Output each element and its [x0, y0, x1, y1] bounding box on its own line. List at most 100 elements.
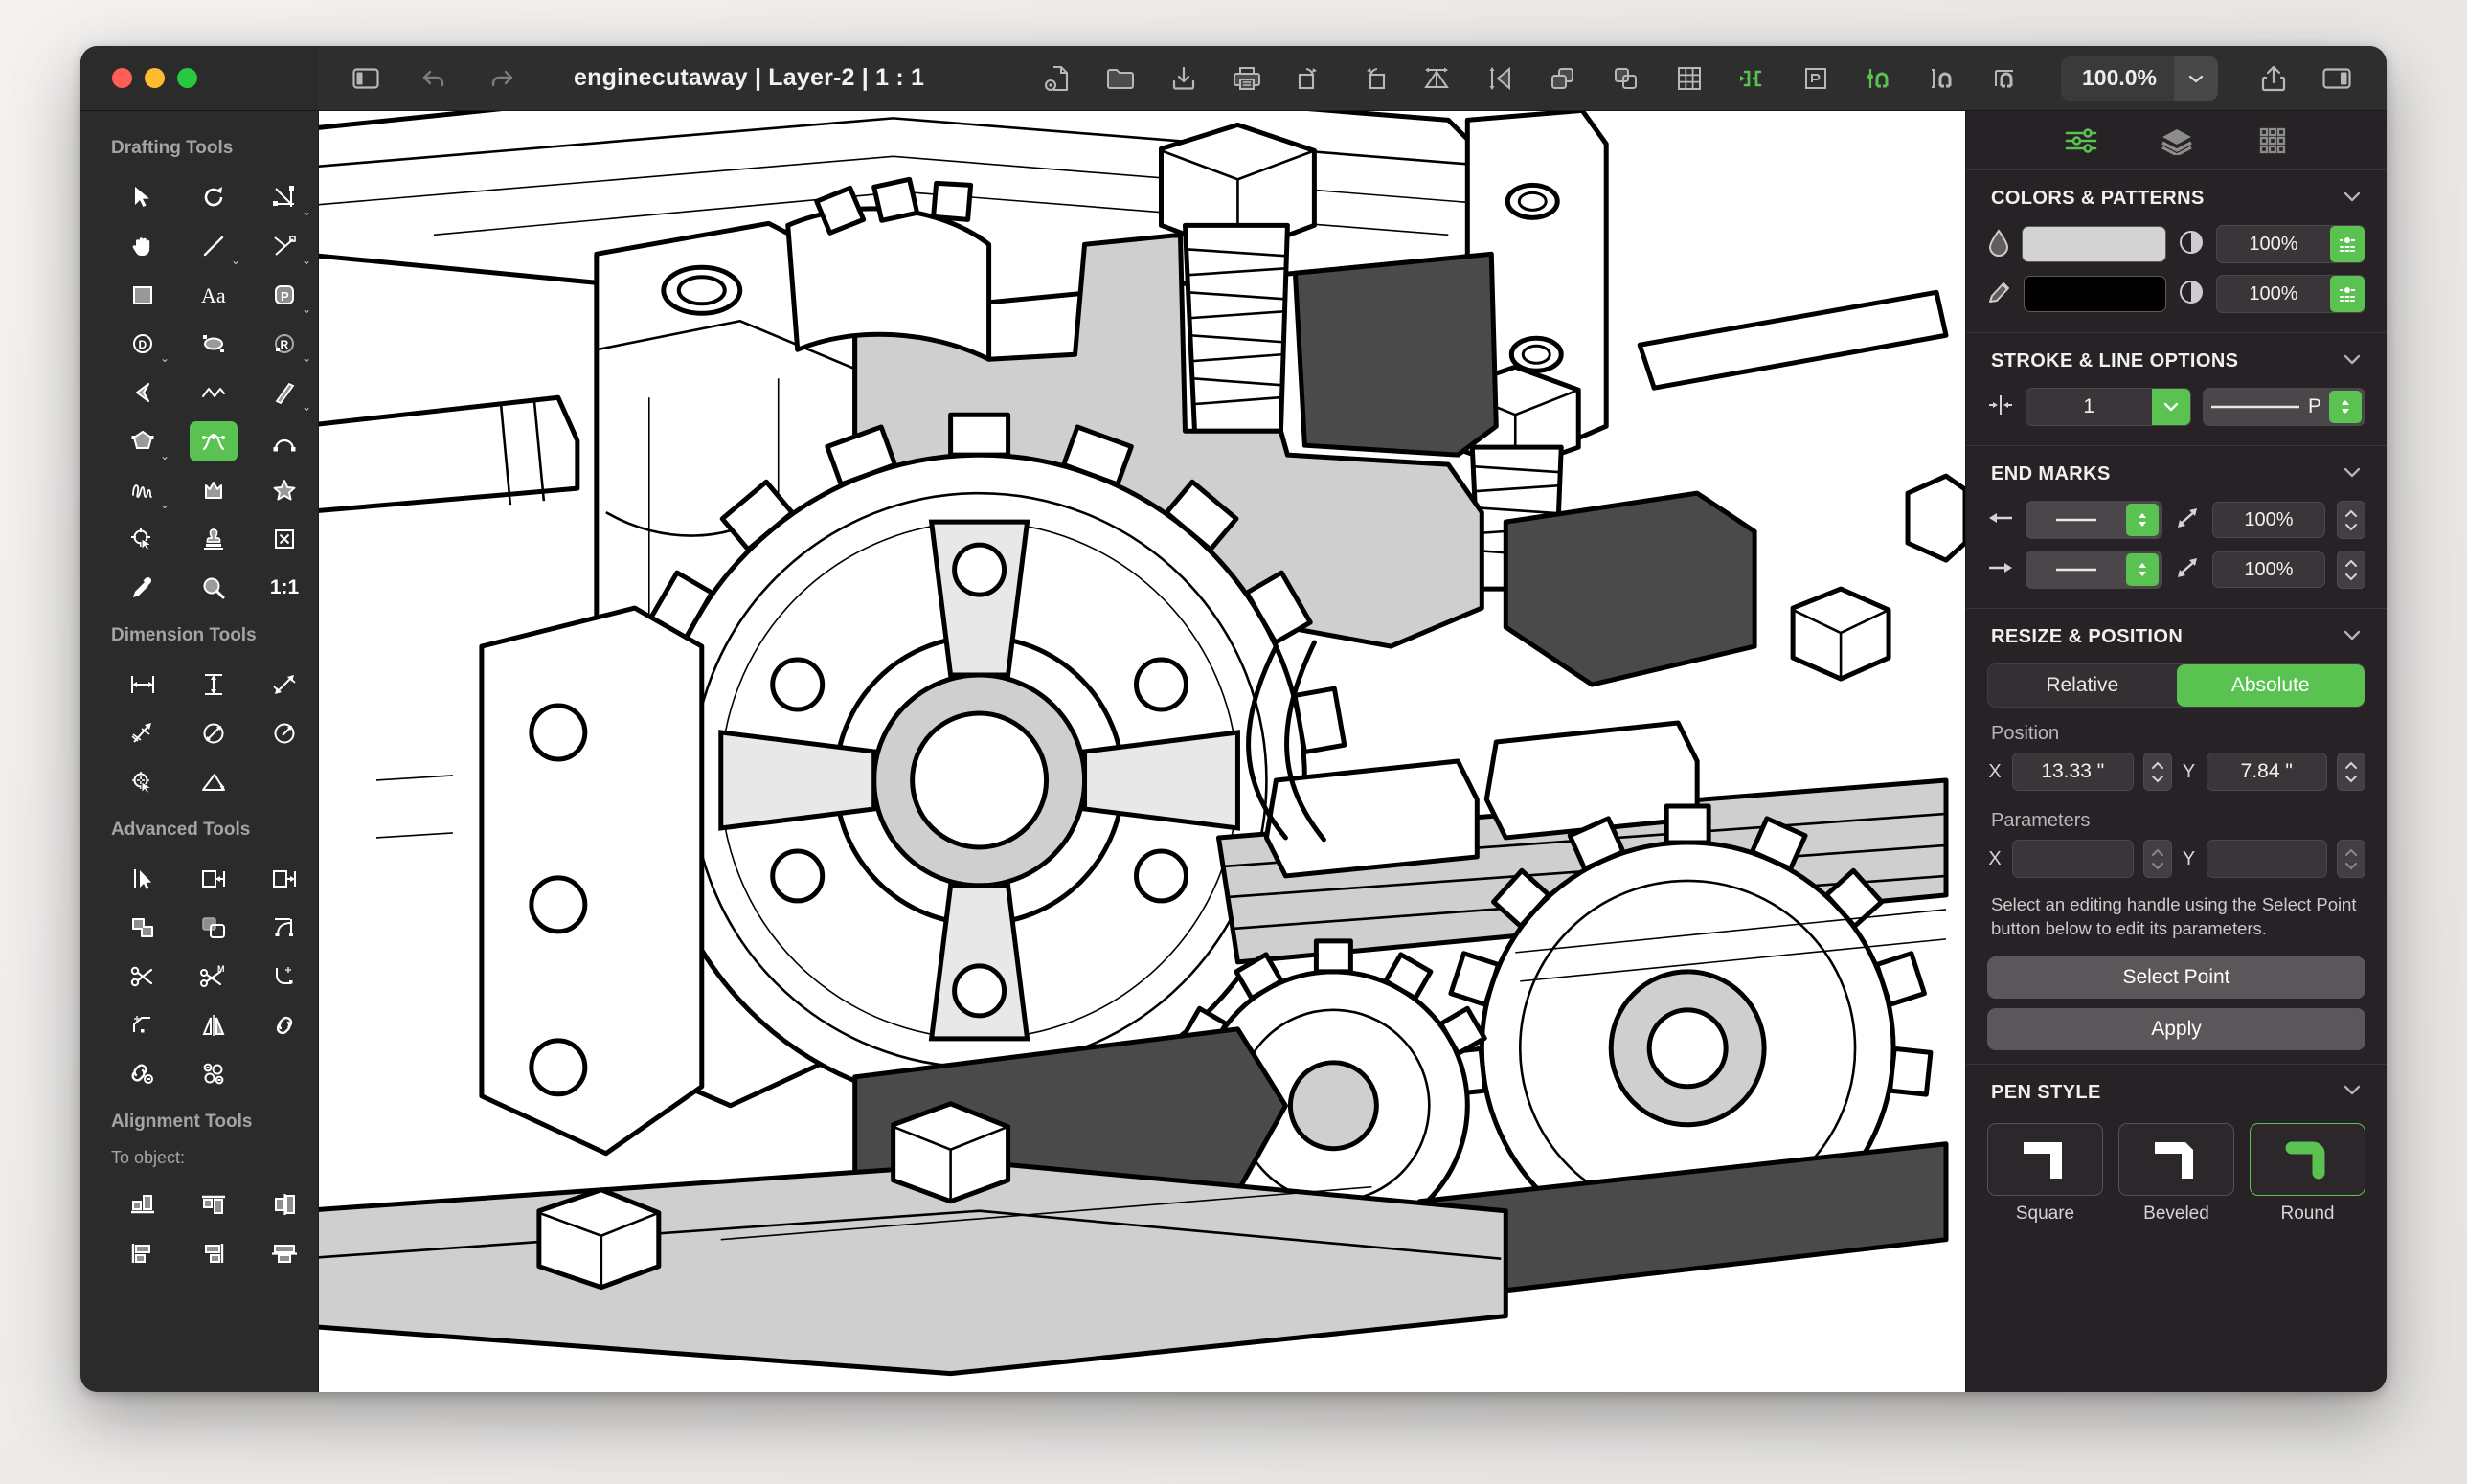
stroke-width-value[interactable]: 1: [2026, 395, 2152, 418]
align-center-vertical-tool[interactable]: [249, 1180, 318, 1228]
freehand-tool[interactable]: ⌄: [107, 465, 178, 514]
snap-point-icon[interactable]: [1921, 57, 1963, 100]
align-bottom-tool[interactable]: [107, 1180, 178, 1228]
fill-color-swatch[interactable]: [2022, 226, 2166, 262]
param-y-stepper[interactable]: [2337, 840, 2365, 878]
polygon-tool[interactable]: ⌄: [107, 416, 178, 465]
delete-tool[interactable]: [249, 514, 318, 563]
stroke-width-combo[interactable]: 1: [2026, 388, 2191, 426]
pen-style-header[interactable]: PEN STYLE: [1966, 1065, 2387, 1113]
fill-opacity-icon[interactable]: [2178, 229, 2205, 260]
diameter-dimension-tool[interactable]: [178, 708, 249, 757]
radius-dimension-tool[interactable]: [249, 708, 318, 757]
stroke-opacity-icon[interactable]: [2178, 279, 2205, 310]
rotate-right-icon[interactable]: [1352, 57, 1394, 100]
align-right-tool[interactable]: [178, 1228, 249, 1277]
rotate-left-icon[interactable]: [1289, 57, 1331, 100]
print-icon[interactable]: [1226, 57, 1268, 100]
undo-icon[interactable]: [413, 57, 455, 100]
union-tool[interactable]: [107, 903, 178, 952]
subtract-tool[interactable]: [178, 903, 249, 952]
chevron-down-icon[interactable]: [2343, 629, 2362, 646]
attributes-tab[interactable]: [2059, 122, 2103, 160]
stroke-color-swatch[interactable]: [2024, 276, 2166, 312]
chevron-down-icon[interactable]: [2343, 353, 2362, 371]
align-top-tool[interactable]: [178, 1180, 249, 1228]
select-point-button[interactable]: Select Point: [1987, 956, 2365, 999]
align-frame-icon[interactable]: [1795, 57, 1837, 100]
end-mark-end-stepper[interactable]: [2126, 553, 2159, 586]
end-mark-end-combo[interactable]: [2026, 551, 2162, 589]
param-x-input[interactable]: [2012, 840, 2134, 878]
stroke-width-dropdown[interactable]: [2152, 389, 2190, 425]
select-point-tool[interactable]: [107, 854, 178, 903]
redo-icon[interactable]: [481, 57, 523, 100]
relative-mode-button[interactable]: Relative: [1988, 664, 2177, 707]
library-tab[interactable]: [2251, 122, 2295, 160]
diagonal-dimension-tool[interactable]: [249, 660, 318, 708]
inspector-toggle-icon[interactable]: [2316, 57, 2358, 100]
position-y-stepper[interactable]: [2337, 753, 2365, 791]
polygon-p-tool[interactable]: P⌄: [249, 270, 318, 319]
share-icon[interactable]: [2252, 57, 2295, 100]
line-style-stepper[interactable]: [2329, 391, 2362, 423]
chevron-tool[interactable]: [107, 368, 178, 416]
drawing-canvas[interactable]: .ln { fill:none; stroke:#000; stroke-wid…: [318, 111, 1965, 1392]
unlink-all-tool[interactable]: [178, 1049, 249, 1098]
arc-tool[interactable]: [249, 416, 318, 465]
group-icon[interactable]: [1542, 57, 1584, 100]
zoom-tool[interactable]: [178, 563, 249, 612]
fill-drop-icon[interactable]: [1987, 228, 2010, 261]
actual-size-tool[interactable]: 1:1: [249, 563, 318, 612]
select-arrow-tool[interactable]: [107, 172, 178, 221]
chevron-down-icon[interactable]: [2343, 1084, 2362, 1101]
pen-style-round[interactable]: [2250, 1123, 2365, 1196]
ellipse-tool[interactable]: [178, 319, 249, 368]
snap-to-guides-icon[interactable]: [1731, 57, 1774, 100]
end-mark-start-scale-stepper[interactable]: [2337, 501, 2365, 539]
pen-style-beveled[interactable]: [2118, 1123, 2234, 1196]
grid-icon[interactable]: [1668, 57, 1710, 100]
fill-opacity-stepper[interactable]: [2330, 226, 2365, 262]
line-style-combo[interactable]: P: [2203, 388, 2366, 426]
resize-position-header[interactable]: RESIZE & POSITION: [1966, 609, 2387, 658]
stamp-tool[interactable]: [178, 514, 249, 563]
bezier-curve-tool[interactable]: [178, 416, 249, 465]
align-left-tool[interactable]: [107, 1228, 178, 1277]
zoom-control[interactable]: 100.0%: [2061, 56, 2218, 101]
trim-left-tool[interactable]: [178, 854, 249, 903]
param-y-input[interactable]: [2207, 840, 2328, 878]
snap-object-icon[interactable]: [1858, 57, 1900, 100]
end-marks-header[interactable]: END MARKS: [1966, 446, 2387, 495]
position-x-input[interactable]: 13.33 ": [2012, 753, 2134, 791]
rectangle-tool[interactable]: [107, 270, 178, 319]
pen-style-square[interactable]: [1987, 1123, 2103, 1196]
trim-right-tool[interactable]: [249, 854, 318, 903]
line-tool[interactable]: ⌄: [178, 221, 249, 270]
spline-shape-tool[interactable]: [178, 465, 249, 514]
mirror-tool[interactable]: [178, 1001, 249, 1049]
end-mark-start-stepper[interactable]: [2126, 504, 2159, 536]
cut-tool[interactable]: [107, 952, 178, 1001]
open-folder-icon[interactable]: [1099, 57, 1142, 100]
flip-horizontal-icon[interactable]: [1415, 57, 1458, 100]
diameter-circle-tool[interactable]: D⌄: [107, 319, 178, 368]
end-mark-start-scale[interactable]: 100%: [2212, 502, 2325, 538]
chevron-down-icon[interactable]: [2343, 466, 2362, 483]
end-mark-end-scale-stepper[interactable]: [2337, 551, 2365, 589]
text-tool[interactable]: Aa: [178, 270, 249, 319]
stroke-opacity-value[interactable]: 100%: [2217, 276, 2330, 312]
apply-button[interactable]: Apply: [1987, 1008, 2365, 1050]
snap-edge-icon[interactable]: [1984, 57, 2026, 100]
unlink-tool[interactable]: [107, 1049, 178, 1098]
pencil-icon[interactable]: [1987, 279, 2012, 310]
angle-line-tool[interactable]: ⌄: [249, 221, 318, 270]
horizontal-dimension-tool[interactable]: [107, 660, 178, 708]
rotate-tool[interactable]: [178, 172, 249, 221]
aligned-dimension-tool[interactable]: [107, 708, 178, 757]
fill-opacity-value[interactable]: 100%: [2217, 226, 2330, 262]
vertical-dimension-tool[interactable]: [178, 660, 249, 708]
crop-tool[interactable]: ⌄: [249, 172, 318, 221]
absolute-mode-button[interactable]: Absolute: [2177, 664, 2365, 707]
flip-vertical-icon[interactable]: [1479, 57, 1521, 100]
